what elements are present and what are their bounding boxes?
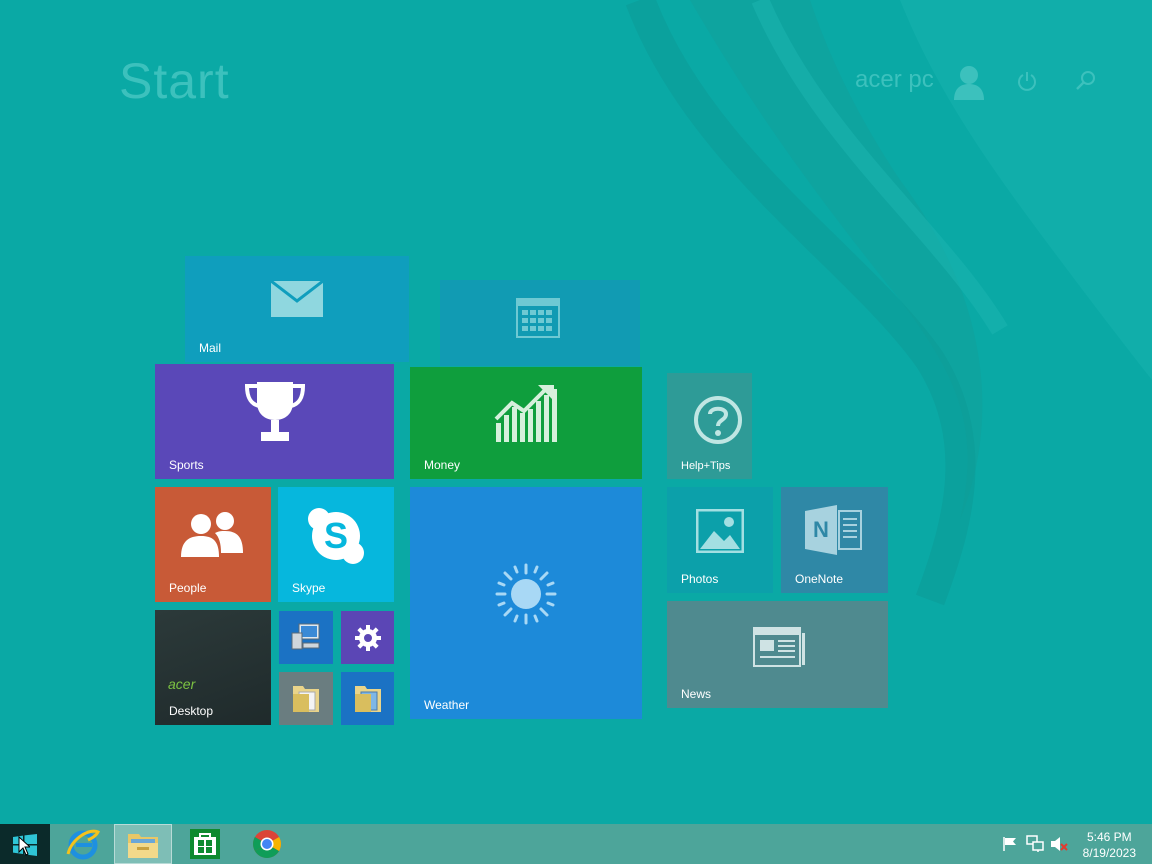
money-tile[interactable]: Money — [410, 367, 642, 479]
this-pc-tile[interactable] — [279, 611, 333, 664]
sun-icon — [495, 563, 557, 625]
people-icon — [181, 512, 243, 557]
sports-label: Sports — [169, 458, 204, 472]
photos-tile[interactable]: Photos — [667, 487, 773, 593]
mail-icon — [271, 281, 323, 317]
chrome-button[interactable] — [238, 824, 294, 864]
calendar-tile[interactable] — [440, 280, 640, 366]
chrome-icon — [253, 830, 281, 858]
desktop-label: Desktop — [169, 704, 214, 718]
money-label: Money — [424, 458, 461, 472]
settings-tile[interactable] — [341, 611, 394, 664]
svg-text:S: S — [324, 515, 348, 556]
start-button[interactable] — [0, 824, 50, 864]
store-button[interactable] — [177, 824, 231, 864]
mail-label: Mail — [199, 341, 222, 355]
user-name[interactable]: acer pc — [855, 66, 934, 94]
onenote-label: OneNote — [795, 572, 844, 586]
photos-label: Photos — [681, 572, 719, 586]
power-icon[interactable] — [1016, 70, 1038, 92]
acer-logo: acer — [168, 676, 196, 692]
computer-icon — [291, 623, 320, 650]
action-center-flag-icon[interactable] — [1002, 836, 1018, 852]
store-icon — [190, 829, 220, 859]
network-icon[interactable] — [1026, 835, 1044, 853]
skype-icon: S — [308, 508, 364, 564]
gear-icon — [355, 625, 381, 651]
news-label: News — [681, 687, 712, 701]
news-tile[interactable]: News — [667, 601, 888, 708]
trophy-icon — [244, 382, 306, 441]
file-explorer-button[interactable] — [114, 824, 172, 864]
skype-label: Skype — [292, 581, 326, 595]
start-title: Start — [119, 53, 230, 109]
folder-tile-1[interactable] — [279, 672, 333, 725]
desktop-tile[interactable]: acer Desktop — [155, 610, 271, 725]
taskbar: 5:46 PM 8/19/2023 — [0, 824, 1152, 864]
clock-date: 8/19/2023 — [1082, 846, 1136, 860]
calendar-icon — [516, 298, 560, 338]
help-tips-tile[interactable]: Help+Tips — [667, 373, 752, 479]
clock[interactable]: 5:46 PM 8/19/2023 — [1083, 829, 1136, 861]
internet-explorer-button[interactable] — [55, 824, 109, 864]
skype-tile[interactable]: S Skype — [278, 487, 394, 602]
mail-tile[interactable]: Mail — [185, 256, 409, 362]
folder-tile-2[interactable] — [341, 672, 394, 725]
help-tips-label: Help+Tips — [681, 460, 731, 472]
onenote-icon: N — [805, 505, 862, 555]
people-label: People — [169, 581, 207, 595]
chart-up-icon — [494, 385, 557, 442]
clock-time: 5:46 PM — [1086, 830, 1132, 844]
weather-tile[interactable]: Weather — [410, 487, 642, 719]
photo-icon — [696, 509, 744, 553]
news-icon — [753, 627, 805, 667]
people-tile[interactable]: People — [155, 487, 271, 602]
user-icon[interactable] — [953, 64, 985, 100]
volume-muted-icon[interactable] — [1050, 835, 1068, 853]
folder-icon — [355, 686, 381, 712]
weather-label: Weather — [424, 698, 470, 712]
svg-text:N: N — [813, 517, 829, 542]
folder-icon — [293, 686, 319, 712]
mouse-cursor-icon — [18, 836, 30, 856]
internet-explorer-icon — [66, 829, 100, 860]
search-icon[interactable] — [1075, 70, 1097, 92]
sports-tile[interactable]: Sports — [155, 364, 394, 479]
file-explorer-icon — [128, 834, 158, 858]
question-icon — [694, 396, 742, 444]
onenote-tile[interactable]: N OneNote — [781, 487, 888, 593]
